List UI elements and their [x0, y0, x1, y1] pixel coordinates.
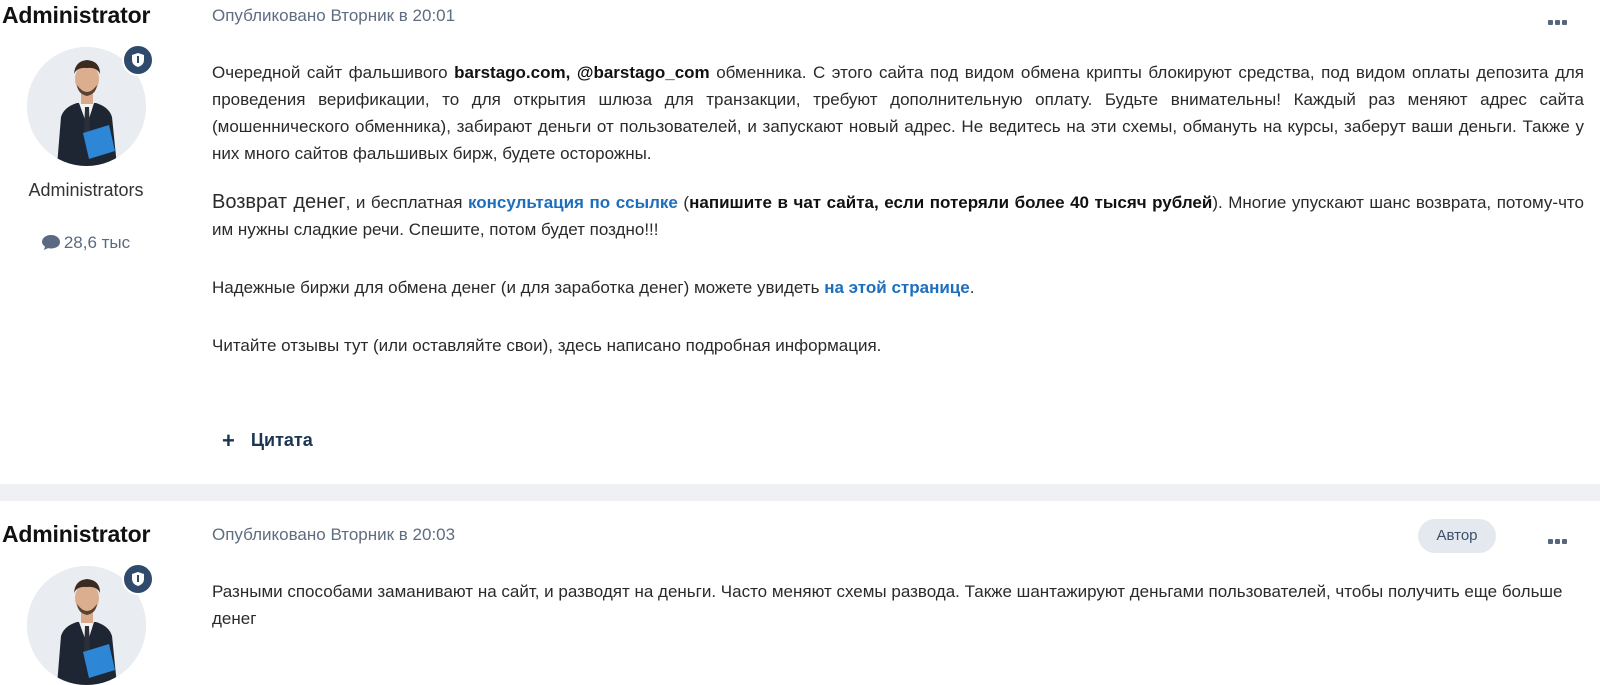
post-count: 28,6 тыс [0, 233, 172, 253]
post-content: Разными способами заманивают на сайт, и … [212, 578, 1572, 632]
group-label: Administrators [28, 180, 144, 200]
shield-icon [132, 53, 144, 67]
consultation-link[interactable]: консультация по ссылке [468, 193, 678, 212]
exchanges-page-link[interactable]: на этой странице [824, 278, 970, 297]
paragraph-2: Возврат денег, и бесплатная консультация… [212, 191, 1584, 239]
author-name[interactable]: Administrator [2, 521, 150, 548]
post-count-value: 28,6 тыс [63, 233, 131, 252]
plus-icon: + [222, 428, 235, 453]
paragraph-4: Читайте отзывы тут (или оставляйте свои)… [212, 336, 882, 355]
avatar[interactable] [27, 44, 154, 166]
scam-site-name: barstago.com, @barstago_com [454, 63, 710, 82]
post-date[interactable]: Опубликовано Вторник в 20:03 [212, 525, 455, 545]
post-separator [0, 484, 1600, 501]
ellipsis-icon[interactable] [1548, 531, 1572, 544]
admin-badge [122, 563, 154, 595]
comment-icon [41, 235, 60, 250]
paragraph-1: Разными способами заманивают на сайт, и … [212, 582, 1563, 628]
post-1: Administrator Administrators 28,6 тыс Оп… [0, 0, 1600, 484]
quote-label: Цитата [250, 430, 313, 450]
post-2: Administrator Опубликовано Вторник в 20:… [0, 501, 1600, 685]
post-date[interactable]: Опубликовано Вторник в 20:01 [212, 6, 455, 26]
paragraph-3: Надежные биржи для обмена денег (и для з… [212, 278, 975, 297]
quote-button[interactable]: + Цитата [222, 428, 313, 454]
post-content: Очередной сайт фальшивого barstago.com, … [212, 59, 1584, 359]
author-name[interactable]: Administrator [2, 2, 150, 29]
author-badge: Автор [1418, 519, 1496, 553]
shield-icon [132, 572, 144, 586]
avatar[interactable] [27, 563, 154, 685]
paragraph-1: Очередной сайт фальшивого barstago.com, … [212, 63, 1585, 163]
ellipsis-icon[interactable] [1548, 12, 1572, 25]
admin-badge [122, 44, 154, 76]
